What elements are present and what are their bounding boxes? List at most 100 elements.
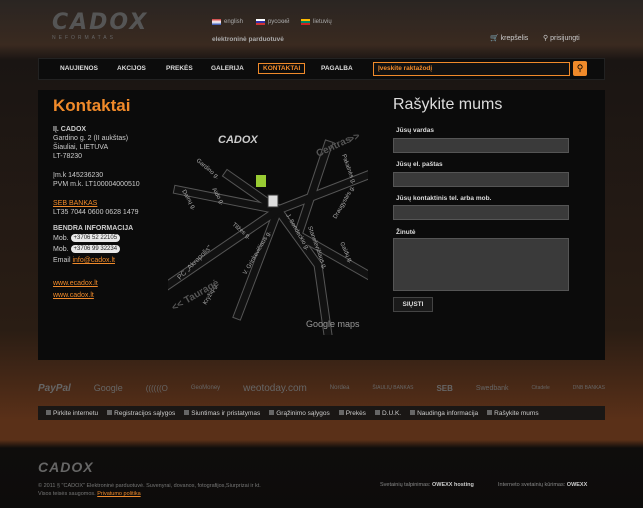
form-title: Rašykite mums [393,96,503,113]
partner-logo: weotoday.com [243,382,307,394]
nav-pagalba[interactable]: PAGALBA [321,65,353,72]
nav-prekes[interactable]: PREKĖS [166,65,193,72]
partner-logo: ŠIAULIŲ BANKAS [372,385,414,391]
mob-label: Mob. [53,235,69,242]
info-heading: BENDRA INFORMACIJA [53,225,134,232]
building-icon [267,194,279,208]
nav-galerija[interactable]: GALERIJA [211,65,244,72]
bank-account: LT35 7044 0600 0628 1479 [53,209,139,216]
cart-label: krepšelis [500,35,529,42]
footer-link[interactable]: Grąžinimo sąlygos [269,409,330,417]
phone-badge-1[interactable]: +3706 52 22105 [70,234,121,243]
website-link-1[interactable]: www.ecadox.lt [53,279,168,288]
footer-copyright: © 2011 § "CADOX" Elektroninė parduotuvė.… [38,482,261,498]
search-input[interactable]: Įveskite raktažodį [373,62,570,76]
logo-text: CADOX [52,10,149,35]
logo[interactable]: CADOX NEFORMATAS [52,10,148,41]
name-field[interactable] [393,138,569,153]
footer-link-label: Prekės [345,409,366,417]
footer-link[interactable]: Pirkite internetu [46,409,99,417]
bank-link[interactable]: SEB BANKAS [53,199,168,208]
user-icon: ⚲ [543,35,549,42]
design-credit: Interneto svetainių kūrimas: OWEXX [498,482,587,488]
name-label: Jūsų vardas [396,127,434,134]
rights-text: Visos teisės saugomos. [38,491,96,497]
lt-flag-icon [301,19,310,25]
footer-link[interactable]: D.U.K. [374,409,402,417]
privacy-link[interactable]: Privatumo politika [97,491,140,497]
lang-label: lietuvių [313,19,332,25]
footer-link[interactable]: Naudinga informacija [410,409,479,417]
tagline: elektroninė parduotuvė [212,36,284,43]
partners-strip: PayPal Google ((((((O GeoMoney weotoday.… [38,379,605,397]
footer-link-label: Grąžinimo sąlygos [276,409,330,417]
design-link[interactable]: OWEXX [567,482,587,488]
partner-logo: SEB [436,383,453,393]
footer-link-label: D.U.K. [381,409,402,417]
cart-link[interactable]: 🛒 krepšelis [490,34,528,42]
partner-logo: Google [93,383,123,393]
search-button[interactable]: ⚲ [573,61,587,76]
location-map[interactable]: CADOX Gardino g. Aido g. Dainų g. Tilžės… [168,115,368,335]
nav-naujienos[interactable]: NAUJIENOS [60,65,98,72]
bullet-icon [374,409,380,415]
uk-flag-icon [212,19,221,25]
ru-flag-icon [256,19,265,25]
logo-subtitle: NEFORMATAS [52,35,116,41]
bullet-icon [338,409,344,415]
hosting-link[interactable]: OWEXX hosting [432,482,474,488]
contact-details: IĮ. CADOX Gardino g. 2 (II aukštas) Šiau… [53,125,168,300]
lang-lithuanian[interactable]: lietuvių [301,19,332,25]
partner-logo: PayPal [38,382,71,394]
partner-logo: Citadele [531,385,550,391]
zip-line: LT-78230 [53,153,83,160]
website-link-2[interactable]: www.cadox.lt [53,291,168,300]
page-title: Kontaktai [53,96,131,115]
login-link[interactable]: ⚲ prisijungti [543,34,580,42]
login-label: prisijungti [550,35,580,42]
message-textarea[interactable] [393,238,569,291]
footer-link[interactable]: Registracijos sąlygos [107,409,176,417]
phone-badge-2[interactable]: +3706 99 32234 [70,245,121,254]
partner-logo: ((((((O [145,383,168,393]
footer-link-label: Registracijos sąlygos [114,409,176,417]
nav-kontaktai[interactable]: KONTAKTAI [258,63,306,74]
nav-akcijos[interactable]: AKCIJOS [117,65,146,72]
phone-field[interactable] [393,205,569,220]
footer-link[interactable]: Prekės [338,409,366,417]
copyright-text: © 2011 § "CADOX" Elektroninė parduotuvė.… [38,483,261,489]
footer-link-label: Pirkite internetu [53,409,99,417]
lang-label: русский [268,19,290,25]
phone-label: Jūsų kontaktinis tel. arba mob. [396,195,492,202]
email-label: Jūsų el. paštas [396,161,443,168]
hosting-credit: Svetainių talpinimas: OWEXX hosting [380,482,474,488]
footer-link-label: Rašykite mums [494,409,539,417]
bullet-icon [269,409,275,415]
email-field[interactable] [393,172,569,187]
footer-logo: CADOX [38,459,94,475]
partner-logo: Nordea [329,385,350,391]
lang-english[interactable]: english [212,19,243,25]
map-logo: CADOX [218,134,258,146]
company-code: Įm.k 145236230 [53,172,104,179]
email-link[interactable]: info@cadox.lt [72,257,115,264]
bullet-icon [410,409,416,415]
bullet-icon [46,409,51,415]
vat-code: PVM m.k. LT100004000510 [53,181,140,188]
lang-label: english [224,19,244,25]
mob-label: Mob. [53,246,69,253]
message-label: Žinutė [396,229,416,236]
footer-link-label: Siuntimas ir pristatymas [191,409,261,417]
footer-link-label: Naudinga informacija [417,409,479,417]
address-line: Gardino g. 2 (II aukštas) [53,135,129,142]
hosting-label: Svetainių talpinimas: [380,482,431,488]
design-label: Interneto svetainių kūrimas: [498,482,566,488]
street-label: Gardino g. [195,158,221,181]
footer-nav: Pirkite internetu Registracijos sąlygos … [38,406,605,420]
bullet-icon [184,409,190,415]
lang-russian[interactable]: русский [256,19,290,25]
partner-logo: DNB BANKAS [572,385,605,391]
footer-link[interactable]: Rašykite mums [487,409,539,417]
submit-button[interactable]: SIŲSTI [393,297,433,312]
footer-link[interactable]: Siuntimas ir pristatymas [184,409,261,417]
